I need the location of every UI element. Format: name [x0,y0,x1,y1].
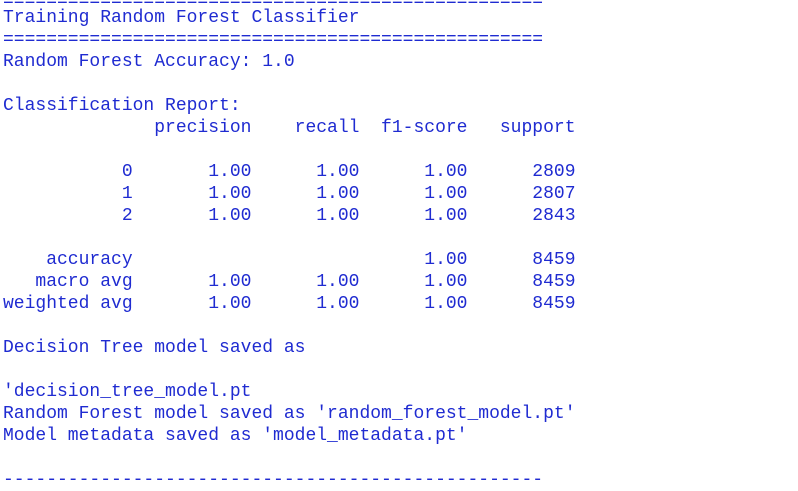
report-row-class-2: 2 1.00 1.00 1.00 2843 [3,206,576,226]
decision-tree-saved-line: Decision Tree model saved as [3,338,306,358]
decision-tree-filename-line: 'decision_tree_model.pt [3,382,252,402]
random-forest-saved-line: Random Forest model saved as 'random_for… [3,404,576,424]
metadata-saved-line: Model metadata saved as 'model_metadata.… [3,426,468,446]
report-row-class-0: 0 1.00 1.00 1.00 2809 [3,162,576,182]
report-heading: Classification Report: [3,96,241,116]
separator-line-bottom: ----------------------------------------… [3,470,544,490]
section-title: Training Random Forest Classifier [3,8,360,28]
separator-line: ========================================… [3,30,544,50]
terminal-output: ========================================… [0,0,798,491]
report-row-class-1: 1 1.00 1.00 1.00 2807 [3,184,576,204]
report-header-row: precision recall f1-score support [3,118,576,138]
report-row-accuracy: accuracy 1.00 8459 [3,250,576,270]
report-row-weighted-avg: weighted avg 1.00 1.00 1.00 8459 [3,294,576,314]
report-row-macro-avg: macro avg 1.00 1.00 1.00 8459 [3,272,576,292]
separator-line-top: ========================================… [3,0,798,7]
accuracy-line: Random Forest Accuracy: 1.0 [3,52,295,72]
